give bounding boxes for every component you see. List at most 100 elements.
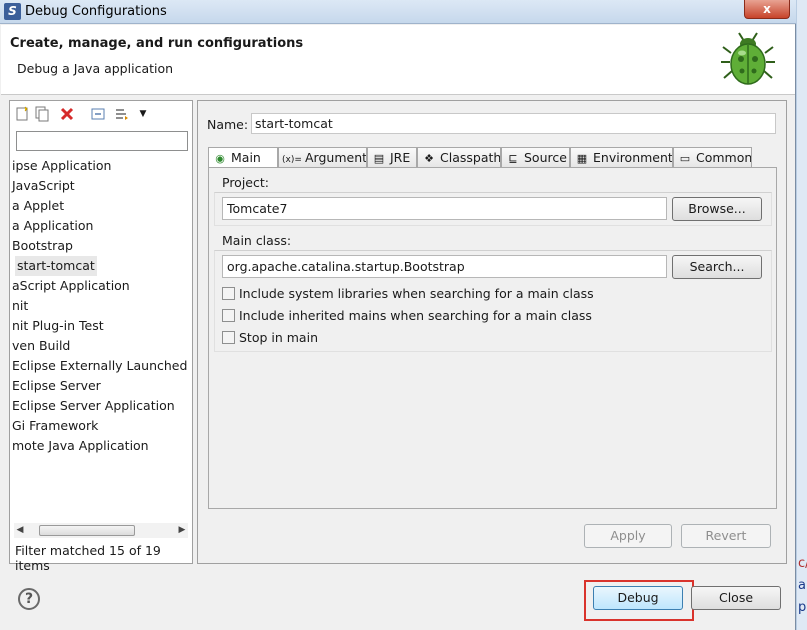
tree-item[interactable]: ven Build: [10, 336, 192, 356]
tree-item-label: start-tomcat: [15, 256, 97, 276]
main-tab-icon: ◉: [215, 152, 225, 165]
tree-item[interactable]: nit Plug-in Test: [10, 316, 192, 336]
background-text-fragment: c/: [798, 556, 807, 571]
tree-item-label: aScript Application: [12, 278, 130, 293]
debug-configurations-dialog: S Debug Configurations x Create, manage,…: [0, 0, 796, 630]
tree-horizontal-scrollbar[interactable]: ◀ ▶: [14, 523, 188, 538]
tree-item[interactable]: start-tomcat: [10, 256, 192, 276]
configuration-tree-panel: ▼ ipse Application JavaScript a Applet a Ap…: [9, 100, 193, 573]
tree-item[interactable]: Bootstrap: [10, 236, 192, 256]
name-label: Name:: [207, 117, 249, 132]
tab-source[interactable]: ⊑ Source: [501, 147, 570, 167]
scroll-left-icon[interactable]: ◀: [14, 523, 26, 538]
new-config-icon[interactable]: [14, 106, 30, 122]
tree-item-label: nit: [12, 298, 29, 313]
background-text-fragment: p: [798, 600, 807, 615]
arguments-icon: (x)=: [282, 155, 302, 165]
collapse-all-icon[interactable]: [90, 106, 106, 122]
tab-label: Source: [524, 150, 567, 165]
debug-button[interactable]: Debug: [593, 586, 683, 610]
title-bar[interactable]: S Debug Configurations x: [0, 0, 796, 24]
tab-classpath[interactable]: ❖ Classpath: [417, 147, 501, 167]
include-inherited-mains-checkbox[interactable]: Include inherited mains when searching f…: [222, 307, 592, 325]
background-window-strip: [797, 0, 807, 630]
tree-item-label: Eclipse Server: [12, 378, 101, 393]
name-field[interactable]: start-tomcat: [251, 113, 776, 134]
tab-jre[interactable]: ▤ JRE: [367, 147, 417, 167]
configuration-tree[interactable]: ipse Application JavaScript a Applet a Appl…: [10, 156, 192, 516]
tree-item[interactable]: a Application: [10, 216, 192, 236]
filter-status: Filter matched 15 of 19 items: [15, 543, 161, 573]
tree-item[interactable]: aScript Application: [10, 276, 192, 296]
window-close-button[interactable]: x: [744, 0, 790, 19]
tree-item-label: nit Plug-in Test: [12, 318, 104, 333]
scroll-right-icon[interactable]: ▶: [176, 523, 188, 538]
tree-item[interactable]: ipse Application: [10, 156, 192, 176]
checkbox-box[interactable]: [222, 287, 235, 300]
help-icon[interactable]: ?: [18, 588, 40, 610]
main-tab-content: Project: Tomcate7 Browse... Main class: …: [208, 167, 777, 509]
project-label: Project:: [222, 175, 269, 190]
jre-icon: ▤: [373, 152, 385, 165]
checkbox-label: Include inherited mains when searching f…: [239, 308, 592, 323]
tree-item[interactable]: JavaScript: [10, 176, 192, 196]
tree-item-label: a Applet: [12, 198, 65, 213]
tree-item[interactable]: Gi Framework: [10, 416, 192, 436]
tree-item-label: a Application: [12, 218, 94, 233]
scroll-thumb[interactable]: [39, 525, 135, 536]
tab-label: Classpath: [440, 150, 501, 165]
tree-item[interactable]: a Applet: [10, 196, 192, 216]
checkbox-label: Include system libraries when searching …: [239, 286, 594, 301]
tab-arguments[interactable]: (x)= Arguments: [278, 147, 367, 167]
tree-item-label: Eclipse Server Application: [12, 398, 175, 413]
stop-in-main-checkbox[interactable]: Stop in main: [222, 329, 318, 347]
project-field[interactable]: Tomcate7: [222, 197, 667, 220]
tab-label: JRE: [390, 150, 411, 165]
delete-icon[interactable]: [59, 106, 75, 122]
environment-icon: ▦: [576, 152, 588, 165]
tree-item[interactable]: Eclipse Server Application: [10, 396, 192, 416]
tab-label: Environment: [593, 150, 673, 165]
tree-item[interactable]: nit: [10, 296, 192, 316]
common-icon: ▭: [679, 152, 691, 165]
include-system-libraries-checkbox[interactable]: Include system libraries when searching …: [222, 285, 594, 303]
background-text-fragment: al: [798, 578, 807, 593]
tree-item-label: mote Java Application: [12, 438, 149, 453]
header-title: Create, manage, and run configurations: [10, 36, 304, 51]
tab-common[interactable]: ▭ Common: [673, 147, 752, 167]
tab-label: Common: [696, 150, 752, 165]
browse-button[interactable]: Browse...: [672, 197, 762, 221]
tab-label: Main: [231, 150, 261, 165]
tab-environment[interactable]: ▦ Environment: [570, 147, 673, 167]
checkbox-box[interactable]: [222, 331, 235, 344]
checkbox-label: Stop in main: [239, 330, 318, 345]
duplicate-icon[interactable]: [34, 106, 50, 122]
close-button[interactable]: Close: [691, 586, 781, 610]
config-tabs: ◉ Main (x)= Arguments ▤ JRE ❖ Classpath ⊑ Source ▦…: [208, 147, 777, 168]
window-title: Debug Configurations: [25, 4, 167, 19]
tree-item-label: ipse Application: [12, 158, 112, 173]
search-button[interactable]: Search...: [672, 255, 762, 279]
eclipse-app-icon: S: [4, 3, 21, 20]
tree-item[interactable]: Eclipse Externally Launched Se: [10, 356, 192, 376]
tree-item[interactable]: mote Java Application: [10, 436, 192, 456]
source-icon: ⊑: [508, 152, 518, 165]
filter-input[interactable]: [16, 131, 188, 151]
main-class-field[interactable]: org.apache.catalina.startup.Bootstrap: [222, 255, 667, 278]
tree-toolbar: ▼: [10, 101, 192, 127]
tree-item-label: Gi Framework: [12, 418, 99, 433]
apply-button[interactable]: Apply: [584, 524, 672, 548]
classpath-icon: ❖: [424, 152, 434, 165]
tab-main[interactable]: ◉ Main: [208, 147, 278, 168]
configuration-editor: Name: start-tomcat ◉ Main (x)= Arguments ▤ JR…: [197, 100, 787, 564]
dropdown-arrow-icon[interactable]: ▼: [135, 106, 151, 122]
bug-icon: [721, 32, 775, 85]
tree-item-label: Eclipse Externally Launched Se: [12, 358, 192, 373]
tree-item[interactable]: Eclipse Server: [10, 376, 192, 396]
revert-button[interactable]: Revert: [681, 524, 771, 548]
tree-item-label: ven Build: [12, 338, 71, 353]
checkbox-box[interactable]: [222, 309, 235, 322]
tab-label: Arguments: [305, 150, 367, 165]
filter-icon[interactable]: [114, 106, 130, 122]
dialog-header: Create, manage, and run configurations D…: [1, 25, 795, 95]
